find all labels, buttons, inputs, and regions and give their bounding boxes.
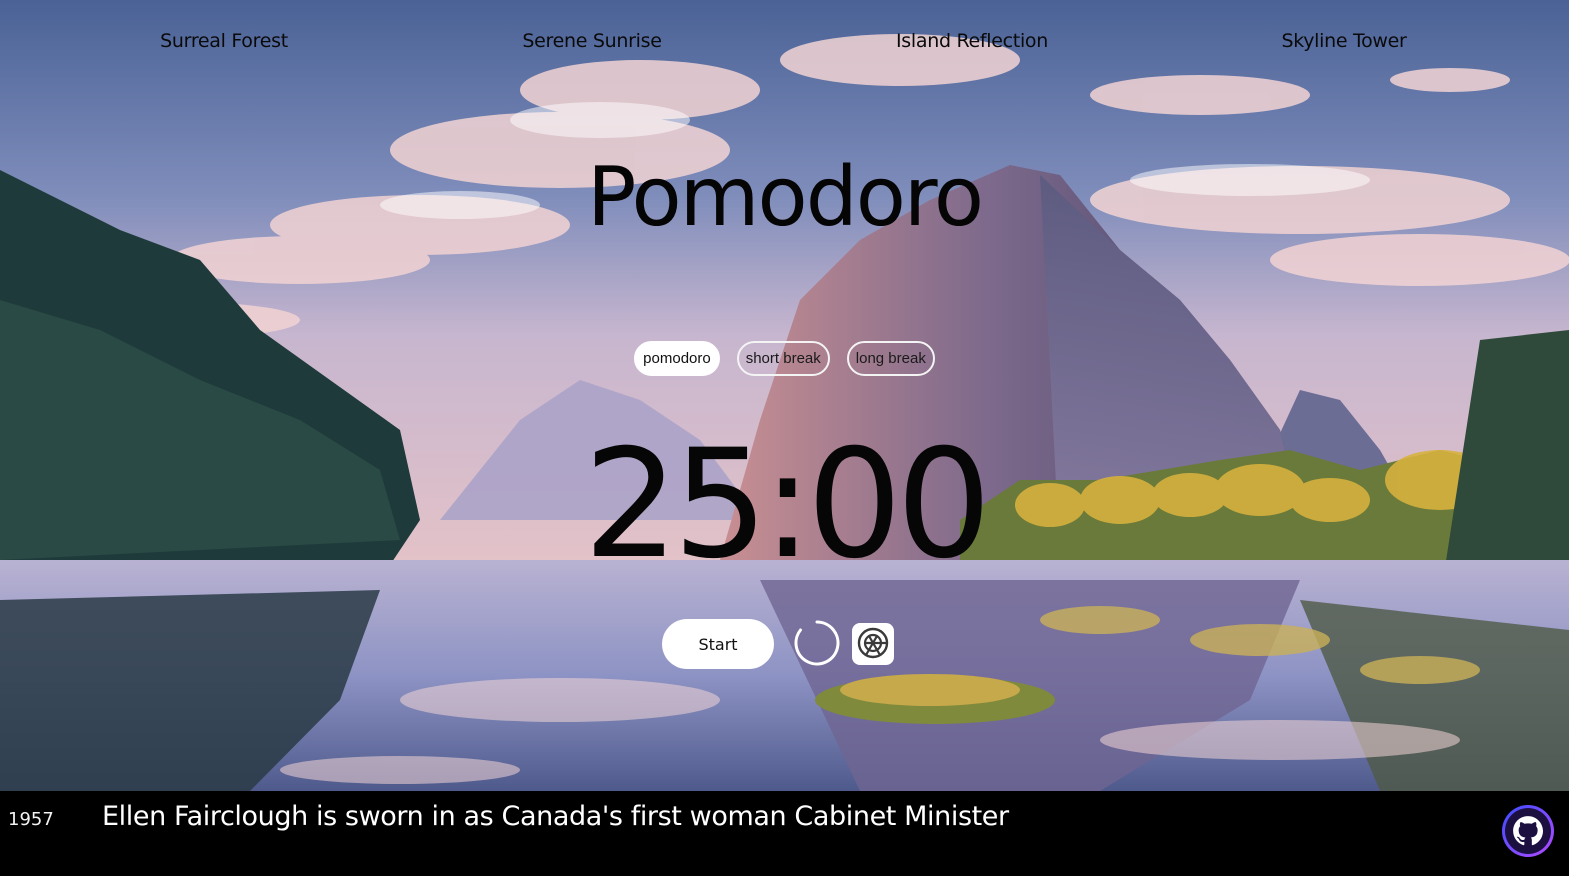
mode-short-break-button[interactable]: short break	[736, 341, 830, 376]
nav-link-island-reflection[interactable]: Island Reflection	[896, 30, 1048, 52]
start-button[interactable]: Start	[662, 619, 774, 669]
scene-nav: Surreal Forest Serene Sunrise Island Ref…	[0, 30, 1569, 60]
github-icon	[1505, 808, 1551, 854]
mode-long-break-button[interactable]: long break	[846, 341, 935, 376]
nav-link-skyline-tower[interactable]: Skyline Tower	[1281, 30, 1406, 52]
reset-button[interactable]	[792, 619, 842, 669]
page-title: Pomodoro	[586, 150, 984, 245]
timer-display: 25:00	[583, 418, 991, 592]
ticker-year: 1957	[8, 809, 54, 830]
github-link[interactable]	[1502, 805, 1554, 857]
ticker-fact: Ellen Fairclough is sworn in as Canada's…	[102, 801, 1009, 832]
timer-controls: Start	[662, 619, 894, 669]
mode-selector: pomodoro short break long break	[0, 341, 1569, 376]
mode-pomodoro-button[interactable]: pomodoro	[634, 341, 720, 376]
nav-link-surreal-forest[interactable]: Surreal Forest	[160, 30, 288, 52]
reset-icon	[793, 619, 841, 670]
settings-icon	[856, 626, 890, 663]
history-ticker: 1957 Ellen Fairclough is sworn in as Can…	[0, 791, 1569, 876]
nav-link-serene-sunrise[interactable]: Serene Sunrise	[522, 30, 662, 52]
background-landscape	[0, 0, 1569, 791]
settings-button[interactable]	[852, 623, 894, 665]
